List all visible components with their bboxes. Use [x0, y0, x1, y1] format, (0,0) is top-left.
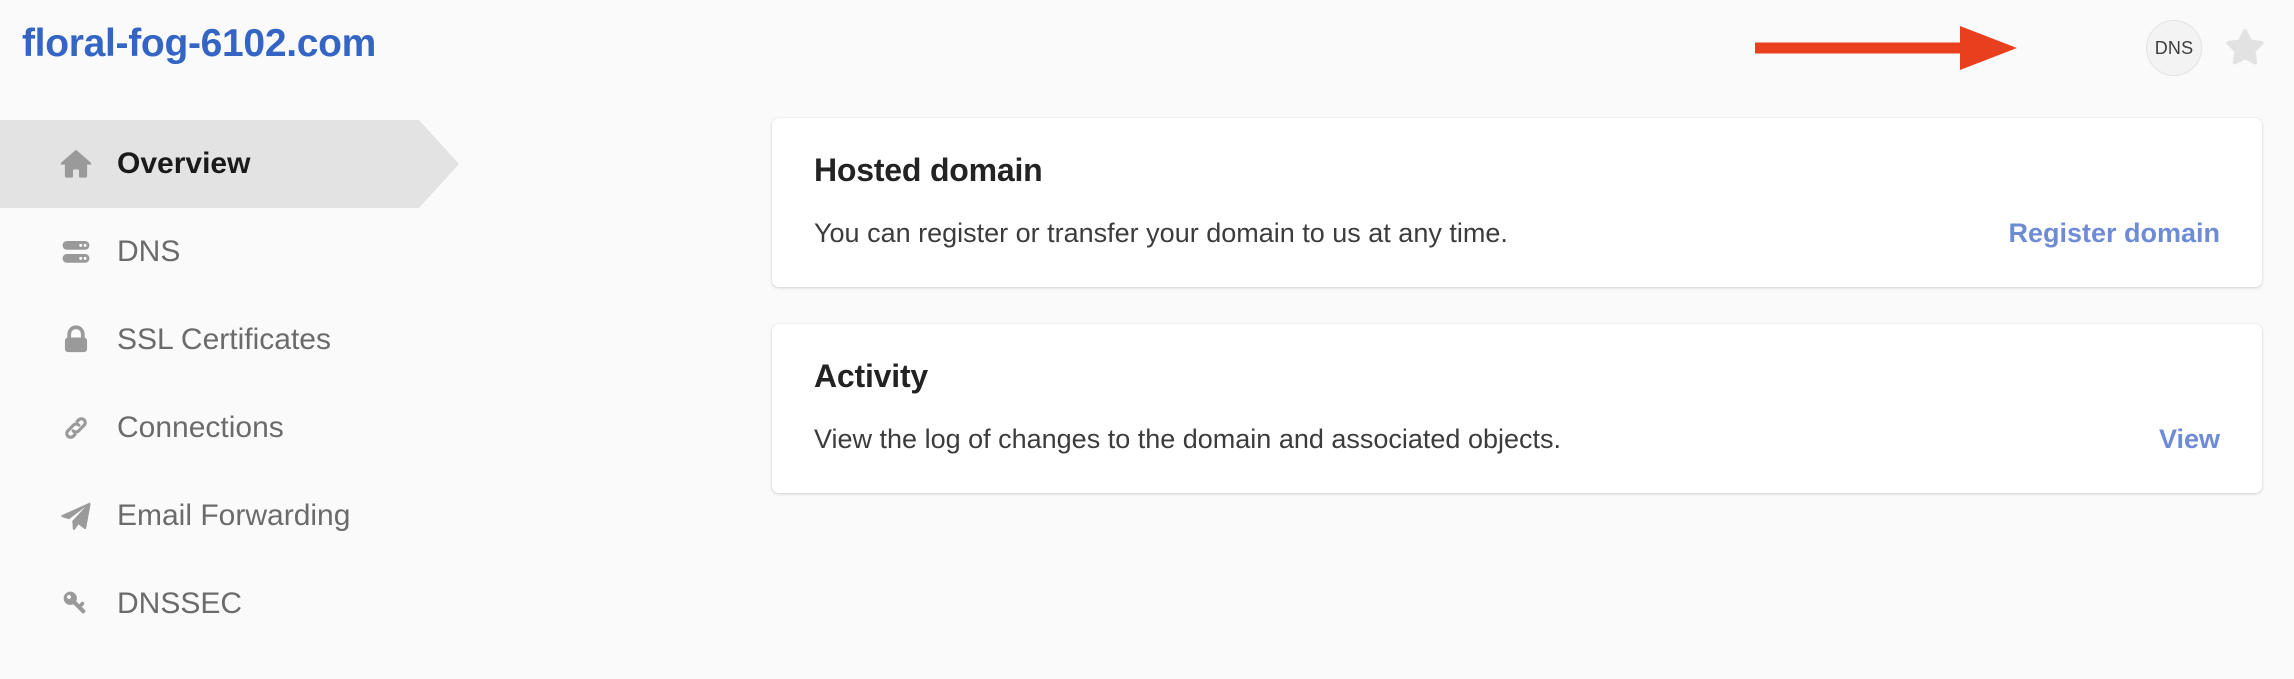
sidebar-item-label: DNSSEC: [117, 587, 243, 620]
paper-plane-icon: [57, 497, 95, 535]
sidebar-item-ssl-certificates[interactable]: SSL Certificates: [0, 296, 470, 384]
page-header: floral-fog-6102.com DNS: [0, 0, 2294, 96]
register-domain-link[interactable]: Register domain: [2008, 218, 2220, 249]
star-icon[interactable]: [2222, 25, 2268, 71]
key-icon: [57, 585, 95, 623]
sidebar-item-connections[interactable]: Connections: [0, 384, 470, 472]
sidebar-item-overview[interactable]: Overview: [0, 120, 470, 208]
card-row: View the log of changes to the domain an…: [814, 424, 2220, 455]
sidebar-item-label: DNS: [117, 235, 181, 268]
main-content: Hosted domain You can register or transf…: [772, 118, 2262, 493]
card-title: Activity: [814, 358, 928, 394]
view-activity-link[interactable]: View: [2159, 424, 2220, 455]
header-actions: DNS: [2146, 20, 2268, 76]
card-title: Hosted domain: [814, 152, 1043, 188]
card-description: View the log of changes to the domain an…: [814, 424, 1561, 454]
sidebar-item-email-forwarding[interactable]: Email Forwarding: [0, 472, 470, 560]
activity-card: Activity View the log of changes to the …: [772, 324, 2262, 493]
annotation-arrow-icon: [1755, 26, 2017, 70]
page-title: floral-fog-6102.com: [22, 22, 377, 65]
domain-management-panel: floral-fog-6102.com DNS Overview DNS SSL…: [0, 0, 2294, 679]
sidebar-item-label: SSL Certificates: [117, 323, 331, 356]
sidebar-item-label: Connections: [117, 411, 284, 444]
sidebar-item-label: Overview: [117, 147, 251, 180]
card-row: You can register or transfer your domain…: [814, 218, 2220, 249]
card-description: You can register or transfer your domain…: [814, 218, 1508, 248]
dns-badge[interactable]: DNS: [2146, 20, 2202, 76]
link-icon: [57, 409, 95, 447]
sidebar-item-dns[interactable]: DNS: [0, 208, 470, 296]
lock-icon: [57, 321, 95, 359]
sidebar-nav: Overview DNS SSL Certificates Connection…: [0, 120, 470, 648]
hosted-domain-card: Hosted domain You can register or transf…: [772, 118, 2262, 287]
server-icon: [57, 233, 95, 271]
sidebar-item-dnssec[interactable]: DNSSEC: [0, 560, 470, 648]
sidebar-item-label: Email Forwarding: [117, 499, 351, 532]
home-icon: [57, 145, 95, 183]
